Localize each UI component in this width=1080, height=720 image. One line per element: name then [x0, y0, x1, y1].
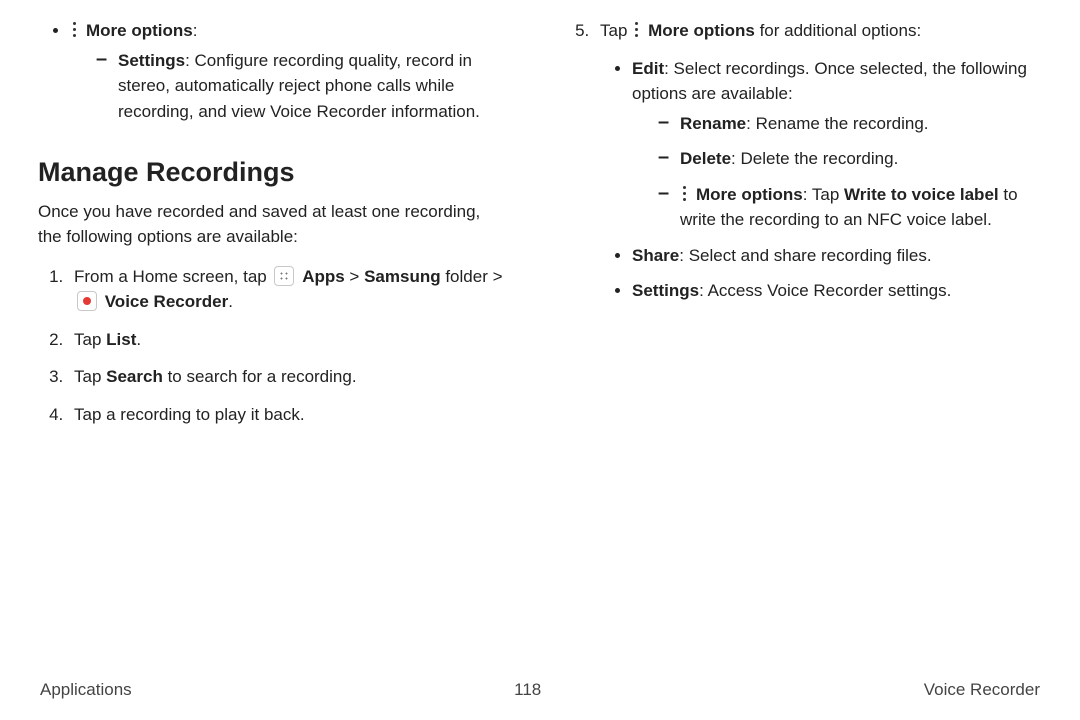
manage-recordings-heading: Manage Recordings [38, 152, 508, 193]
edit-label: Edit [632, 59, 664, 78]
page-footer: Applications 118 Voice Recorder [38, 680, 1042, 700]
footer-left: Applications [40, 680, 132, 700]
write-voice-label: Write to voice label [844, 185, 999, 204]
samsung-label: Samsung [364, 267, 441, 286]
intro-text: Once you have recorded and saved at leas… [38, 199, 508, 250]
delete-desc: : Delete the recording. [731, 149, 898, 168]
footer-right: Voice Recorder [924, 680, 1040, 700]
settings-subitem: Settings: Configure recording quality, r… [96, 48, 508, 125]
delete-label: Delete [680, 149, 731, 168]
more-options-sublist: Settings: Configure recording quality, r… [70, 48, 508, 125]
rename-item: Rename: Rename the recording. [658, 111, 1034, 137]
more-options-subitem: More options: Tap Write to voice label t… [658, 182, 1034, 233]
step-1: From a Home screen, tap Apps > Samsung f… [68, 264, 508, 315]
voice-recorder-icon [77, 291, 97, 311]
step-2: Tap List. [68, 327, 508, 353]
step-5: Tap More options for additional options:… [594, 18, 1034, 304]
steps-list-left: From a Home screen, tap Apps > Samsung f… [38, 264, 508, 428]
settings-item: Settings: Access Voice Recorder settings… [632, 278, 1034, 304]
left-column: More options: Settings: Configure record… [38, 18, 508, 680]
settings-desc-2: : Access Voice Recorder settings. [699, 281, 951, 300]
settings-label-2: Settings [632, 281, 699, 300]
rename-label: Rename [680, 114, 746, 133]
search-label: Search [106, 367, 163, 386]
more-options-item: More options: Settings: Configure record… [70, 18, 508, 124]
edit-item: Edit: Select recordings. Once selected, … [632, 56, 1034, 233]
share-item: Share: Select and share recording files. [632, 243, 1034, 269]
more-options-list: More options: Settings: Configure record… [38, 18, 508, 124]
share-label: Share [632, 246, 679, 265]
more-options-icon [680, 185, 692, 203]
footer-center: 118 [514, 680, 541, 700]
mo-label: More options [696, 185, 803, 204]
more-options-icon [632, 21, 644, 39]
edit-desc: : Select recordings. Once selected, the … [632, 59, 1027, 104]
apps-icon [274, 266, 294, 286]
right-column: Tap More options for additional options:… [564, 18, 1034, 680]
step5-bullets: Edit: Select recordings. Once selected, … [600, 56, 1034, 304]
step-3: Tap Search to search for a recording. [68, 364, 508, 390]
voice-recorder-label: Voice Recorder [105, 292, 228, 311]
share-desc: : Select and share recording files. [679, 246, 931, 265]
more-options-label: More options [86, 21, 193, 40]
settings-label: Settings [118, 51, 185, 70]
list-label: List [106, 330, 136, 349]
rename-desc: : Rename the recording. [746, 114, 928, 133]
step-4: Tap a recording to play it back. [68, 402, 508, 428]
more-options-label-2: More options [648, 21, 755, 40]
more-options-icon [70, 21, 82, 39]
apps-label: Apps [302, 267, 345, 286]
delete-item: Delete: Delete the recording. [658, 146, 1034, 172]
steps-list-right: Tap More options for additional options:… [564, 18, 1034, 304]
edit-sublist: Rename: Rename the recording. Delete: De… [632, 111, 1034, 233]
